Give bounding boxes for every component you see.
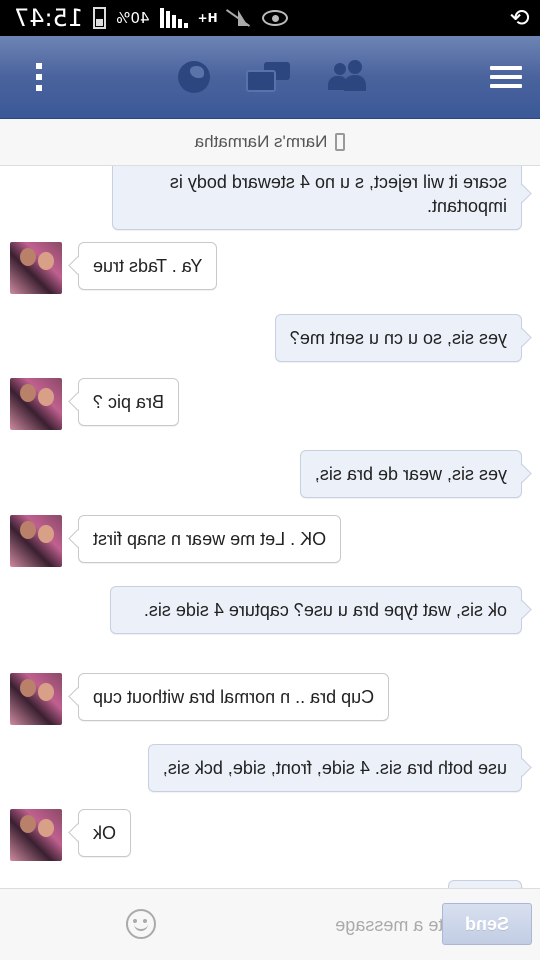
signal-icon: [159, 8, 188, 28]
menu-icon: [490, 61, 522, 93]
message-text: Cup bra .. n normal bra without cup: [93, 687, 375, 707]
network-icon: H+: [197, 11, 218, 25]
avatar[interactable]: [10, 673, 62, 725]
messages-icon: [246, 60, 290, 94]
notifications-globe-icon: [178, 61, 210, 93]
message-text: Ya . Tads true: [93, 256, 203, 276]
avatar[interactable]: [10, 242, 62, 294]
message-text: scare it wil reject, s u no 4 steward bo…: [169, 172, 507, 216]
status-bar: ⟳ H+ 40% 15:47: [0, 0, 540, 36]
outgoing-message: OK . Let me wear n snap first: [78, 515, 342, 563]
message-text: yes sis, wear de bra sis,: [314, 464, 507, 484]
outgoing-message: Bra pic ?: [78, 378, 180, 426]
sync-icon: ⟳: [509, 4, 530, 32]
message-text: ok sis, wat type bra u use? capture 4 si…: [143, 600, 507, 620]
incoming-message-partial: [448, 880, 522, 888]
battery-percent: 40%: [116, 9, 150, 27]
overflow-menu-icon: [34, 63, 44, 91]
battery-icon: [93, 7, 107, 29]
messages-button[interactable]: [246, 36, 290, 118]
conversation-header: Narm's Narmatha: [0, 119, 540, 166]
message-text: yes sis, so u cn u sent me?: [289, 328, 507, 348]
notifications-button[interactable]: [178, 36, 210, 118]
message-text: Ok: [93, 823, 117, 843]
app-screen: ⟳ H+ 40% 15:47 Narm's Narmatha scare it …: [0, 0, 540, 960]
avatar[interactable]: [10, 809, 62, 861]
message-text: Bra pic ?: [93, 392, 165, 412]
incoming-message: scare it wil reject, s u no 4 steward bo…: [112, 166, 522, 230]
menu-button[interactable]: [490, 36, 522, 118]
send-button[interactable]: Send: [442, 903, 532, 945]
outgoing-message: Cup bra .. n normal bra without cup: [78, 673, 390, 721]
outgoing-message: Ok: [78, 809, 132, 857]
message-input[interactable]: [150, 905, 470, 945]
mobile-phone-icon: [335, 133, 346, 151]
contact-name: Narm's Narmatha: [194, 132, 328, 151]
message-composer: Send: [0, 888, 540, 960]
friend-requests-icon: [326, 60, 366, 94]
avatar[interactable]: [10, 378, 62, 430]
muted-icon: [228, 7, 252, 29]
friend-requests-button[interactable]: [326, 36, 366, 118]
outgoing-message: Ya . Tads true: [78, 242, 218, 290]
message-thread[interactable]: scare it wil reject, s u no 4 steward bo…: [0, 166, 540, 888]
avatar[interactable]: [10, 515, 62, 567]
message-text: OK . Let me wear n snap first: [93, 529, 327, 549]
incoming-message: ok sis, wat type bra u use? capture 4 si…: [110, 586, 522, 634]
top-nav-bar: [0, 36, 540, 119]
emoji-icon[interactable]: [126, 909, 156, 939]
incoming-message: yes sis, wear de bra sis,: [299, 450, 522, 498]
overflow-menu-button[interactable]: [34, 36, 44, 118]
eye-icon: [261, 10, 288, 26]
incoming-message: use both bra sis. 4 side, front, side, b…: [147, 744, 522, 792]
incoming-message: yes sis, so u cn u sent me?: [274, 314, 522, 362]
message-text: use both bra sis. 4 side, front, side, b…: [162, 758, 507, 778]
clock: 15:47: [14, 4, 84, 32]
